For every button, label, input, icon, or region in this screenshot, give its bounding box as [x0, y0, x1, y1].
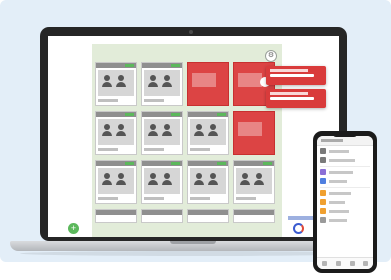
settings-icon	[320, 190, 326, 196]
list-item[interactable]	[320, 217, 370, 224]
participant-tile[interactable]	[141, 111, 183, 155]
participant-tile[interactable]	[141, 160, 183, 204]
person-icon	[162, 75, 172, 87]
person-icon	[240, 173, 250, 185]
person-icon	[116, 173, 126, 185]
gear-icon[interactable]: ⚙	[265, 50, 277, 62]
person-icon	[194, 173, 204, 185]
alert-popup[interactable]	[266, 89, 326, 108]
plus-icon[interactable]: +	[68, 223, 79, 234]
calendar-icon	[320, 169, 326, 175]
home-icon	[320, 199, 326, 205]
laptop-screen: ⚙ +	[48, 36, 339, 237]
more-icon[interactable]	[363, 261, 368, 266]
person-icon	[102, 75, 112, 87]
alert-tile[interactable]	[233, 111, 275, 155]
laptop-hinge-notch	[170, 241, 216, 244]
participant-tile-grid	[95, 62, 277, 223]
home-icon[interactable]	[322, 261, 327, 266]
list-item[interactable]	[320, 208, 370, 215]
phone-notch	[333, 133, 357, 137]
participant-tile[interactable]	[95, 111, 137, 155]
participant-tile[interactable]	[141, 62, 183, 106]
product-mockup-scene: ⚙ +	[0, 0, 391, 280]
person-icon	[162, 124, 172, 136]
person-icon	[208, 124, 218, 136]
list-item[interactable]	[320, 169, 370, 176]
person-icon	[148, 124, 158, 136]
menu-icon	[320, 217, 326, 223]
person-icon	[116, 75, 126, 87]
webcam-icon	[189, 30, 193, 34]
person-icon	[102, 124, 112, 136]
list-item[interactable]	[320, 148, 370, 155]
ring-logo-icon	[293, 223, 304, 234]
person-icon	[162, 173, 172, 185]
person-icon	[148, 173, 158, 185]
alert-tile[interactable]	[187, 62, 229, 106]
participant-tile[interactable]	[95, 62, 137, 106]
person-icon	[194, 124, 204, 136]
chat-icon	[320, 157, 326, 163]
participant-tile[interactable]	[187, 111, 229, 155]
participant-tile[interactable]	[95, 209, 137, 223]
user-icon	[320, 148, 326, 154]
list-icon[interactable]	[336, 261, 341, 266]
list-item[interactable]	[320, 178, 370, 185]
phone-bottom-nav	[317, 257, 373, 269]
participant-tile[interactable]	[187, 209, 229, 223]
participant-tile[interactable]	[233, 160, 275, 204]
list-item[interactable]	[320, 190, 370, 197]
person-icon	[116, 124, 126, 136]
person-icon	[148, 75, 158, 87]
person-icon[interactable]	[350, 261, 355, 266]
phone-header	[317, 136, 373, 146]
list-item[interactable]	[320, 199, 370, 206]
participant-tile[interactable]	[141, 209, 183, 223]
participant-tile[interactable]	[187, 160, 229, 204]
person-icon	[102, 173, 112, 185]
person-icon	[254, 173, 264, 185]
participant-tile[interactable]	[233, 209, 275, 223]
phone-screen	[317, 136, 373, 269]
alert-popup[interactable]	[266, 66, 326, 85]
list-item[interactable]	[320, 157, 370, 164]
bell-icon	[320, 208, 326, 214]
participant-tile[interactable]	[95, 160, 137, 204]
person-icon	[208, 173, 218, 185]
file-icon	[320, 178, 326, 184]
